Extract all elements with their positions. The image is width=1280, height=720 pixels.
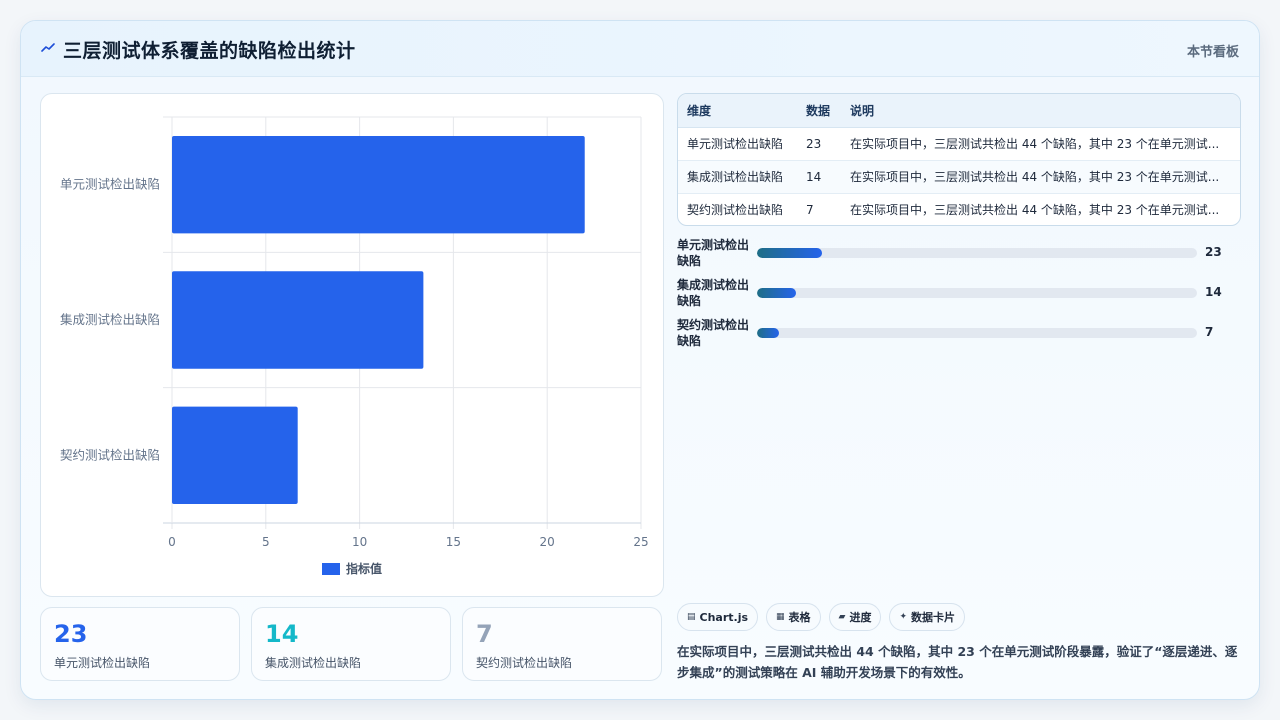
- progress-label: 契约测试检出缺陷: [677, 318, 750, 348]
- progress-label: 集成测试检出缺陷: [677, 278, 750, 308]
- table-cell-description: 在实际项目中，三层测试共检出 44 个缺陷，其中 23 个在单元测试...: [841, 127, 1240, 161]
- table-header-description: 说明: [841, 94, 1240, 128]
- x-tick-label: 15: [446, 535, 461, 549]
- feature-chips: ▤ Chart.js ▦ 表格 ▰ 进度 ✦ 数据卡片: [677, 603, 966, 631]
- bar: [172, 135, 585, 234]
- bar-chart: 0 5 10 15 20 25 单元测试检出缺陷集成测试检出缺陷契约测试检出缺陷指标值: [60, 116, 649, 576]
- stat-label: 集成测试检出缺陷: [265, 656, 362, 670]
- progress-track: [757, 328, 1197, 338]
- chip-data-cards[interactable]: ✦ 数据卡片: [889, 603, 966, 631]
- progress-row: 单元测试检出缺陷 23: [677, 237, 1241, 269]
- table-row: 契约测试检出缺陷 7 在实际项目中，三层测试共检出 44 个缺陷，其中 23 个…: [678, 193, 1240, 225]
- table-cell-description: 在实际项目中，三层测试共检出 44 个缺陷，其中 23 个在单元测试...: [850, 203, 1220, 218]
- table-cell-dimension: 集成测试检出缺陷: [678, 160, 797, 194]
- progress-icon: ▰: [838, 612, 846, 622]
- chip-label: 数据卡片: [911, 611, 956, 624]
- stat-label: 契约测试检出缺陷: [476, 656, 573, 670]
- progress-value: 7: [1205, 325, 1214, 339]
- bar: [172, 406, 298, 505]
- data-table: 维度 数据 说明 单元测试检出缺陷 23 在实际项目中，三层测试共检出 44 个…: [678, 94, 1240, 225]
- table-cell-dimension: 契约测试检出缺陷: [687, 203, 784, 218]
- sparkle-icon: ✦: [899, 612, 908, 622]
- table-cell-data: 14: [797, 160, 841, 194]
- stat-card: 14 集成测试检出缺陷: [251, 607, 451, 681]
- dashboard-panel: 三层测试体系覆盖的缺陷检出统计 本节看板 0 5 10 15 20 25 单元测试检出缺陷集…: [20, 20, 1260, 700]
- table-header-row: 维度 数据 说明: [678, 94, 1240, 128]
- y-category-label: 集成测试检出缺陷: [60, 312, 160, 327]
- progress-label: 单元测试检出缺陷: [677, 238, 750, 268]
- progress-fill: [757, 328, 779, 338]
- summary-text: 在实际项目中，三层测试共检出 44 个缺陷，其中 23 个在单元测试阶段暴露，验…: [677, 644, 1238, 680]
- progress-fill: [757, 288, 797, 298]
- table-row: 单元测试检出缺陷 23 在实际项目中，三层测试共检出 44 个缺陷，其中 23 …: [678, 127, 1240, 161]
- progress-track: [757, 288, 1197, 298]
- progress-row: 契约测试检出缺陷 7: [677, 317, 1241, 349]
- y-category-label: 契约测试检出缺陷: [60, 447, 160, 462]
- x-tick-label: 10: [352, 535, 367, 549]
- data-table-card: 维度 数据 说明 单元测试检出缺陷 23 在实际项目中，三层测试共检出 44 个…: [677, 93, 1241, 226]
- page-title: 三层测试体系覆盖的缺陷检出统计: [63, 40, 356, 62]
- chart-icon: ▤: [687, 612, 696, 622]
- legend-label: 指标值: [346, 561, 382, 576]
- table-icon: ▦: [776, 612, 785, 622]
- chip-progress[interactable]: ▰ 进度: [828, 603, 882, 631]
- table-cell-data: 7: [806, 202, 814, 217]
- x-tick-label: 0: [168, 535, 176, 549]
- table-row: 集成测试检出缺陷 14 在实际项目中，三层测试共检出 44 个缺陷，其中 23 …: [678, 160, 1240, 194]
- x-tick-label: 25: [633, 535, 648, 549]
- bar: [172, 271, 424, 369]
- stat-value: 14: [265, 620, 299, 648]
- section-tag: 本节看板: [1186, 45, 1239, 60]
- table-header-dimension: 维度: [678, 94, 797, 128]
- panel-header: 三层测试体系覆盖的缺陷检出统计 本节看板: [21, 21, 1259, 77]
- chip-label: Chart.js: [699, 610, 749, 624]
- progress-fill: [757, 248, 823, 258]
- chip-label: 进度: [849, 611, 872, 624]
- progress-value: 23: [1205, 245, 1222, 259]
- stat-value: 7: [476, 620, 493, 648]
- stat-card: 7 契约测试检出缺陷: [462, 607, 662, 681]
- progress-track: [757, 248, 1197, 258]
- stat-value: 23: [54, 620, 88, 648]
- table-cell-data: 23: [797, 127, 841, 161]
- x-tick-label: 20: [540, 535, 555, 549]
- chip-label: 表格: [788, 611, 811, 624]
- x-tick-label: 5: [262, 535, 270, 549]
- y-category-label: 单元测试检出缺陷: [60, 177, 160, 192]
- stat-card: 23 单元测试检出缺陷: [40, 607, 240, 681]
- table-cell-description: 在实际项目中，三层测试共检出 44 个缺陷，其中 23 个在单元测试...: [841, 160, 1240, 194]
- progress-row: 集成测试检出缺陷 14: [677, 277, 1241, 309]
- progress-value: 14: [1205, 285, 1222, 299]
- bar-chart-card: 0 5 10 15 20 25 单元测试检出缺陷 集成测试检出缺陷 契约测试检出缺陷指标值: [40, 93, 664, 597]
- table-header-data: 数据: [797, 94, 841, 128]
- chip-table[interactable]: ▦ 表格: [766, 603, 821, 631]
- legend-swatch: [322, 563, 340, 575]
- stat-label: 单元测试检出缺陷: [54, 656, 151, 670]
- trend-line-icon: [41, 43, 55, 52]
- chip-chartjs[interactable]: ▤ Chart.js: [677, 603, 759, 631]
- table-cell-dimension: 单元测试检出缺陷: [678, 127, 797, 161]
